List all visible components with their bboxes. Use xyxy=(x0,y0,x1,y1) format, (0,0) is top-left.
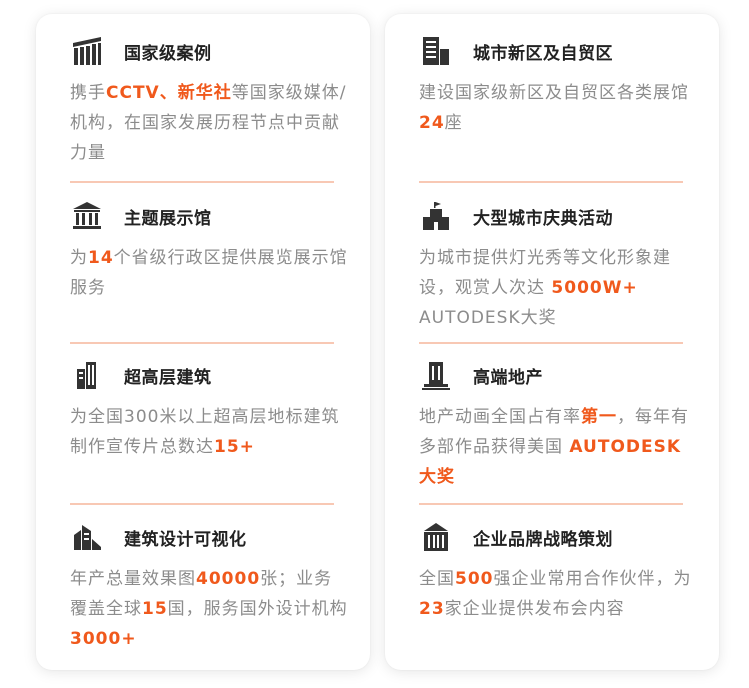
item-title: 建筑设计可视化 xyxy=(124,529,247,550)
item-title: 超高层建筑 xyxy=(124,367,212,388)
item-supertall: 超高层建筑 为全国300米以上超高层地标建筑制作宣传片总数达15+ xyxy=(70,358,350,462)
item-new-districts: 城市新区及自贸区 建设国家级新区及自贸区各类展馆24座 xyxy=(419,34,699,138)
city-tower-icon xyxy=(419,34,453,68)
building-columns-icon xyxy=(70,34,104,68)
skyscraper-icon xyxy=(70,358,104,392)
item-description: 携手CCTV、新华社等国家级媒体/机构，在国家发展历程节点中贡献力量 xyxy=(70,83,347,163)
item-theme-hall: 主题展示馆 为14个省级行政区提供展览展示馆服务 xyxy=(70,199,350,303)
architecture-viz-icon xyxy=(70,520,104,554)
enterprise-building-icon xyxy=(419,520,453,554)
divider xyxy=(419,181,683,183)
divider xyxy=(70,342,334,344)
item-title: 城市新区及自贸区 xyxy=(473,43,613,64)
item-real-estate: 高端地产 地产动画全国占有率第一，每年有多部作品获得美国 AUTODESK大奖 xyxy=(419,358,699,492)
item-description: 为全国300米以上超高层地标建筑制作宣传片总数达15+ xyxy=(70,407,340,457)
item-title: 主题展示馆 xyxy=(124,208,212,229)
item-description: 为14个省级行政区提供展览展示馆服务 xyxy=(70,248,348,298)
item-city-events: 大型城市庆典活动 为城市提供灯光秀等文化形象建设，观赏人次达 5000W+ AU… xyxy=(419,199,699,333)
item-description: 地产动画全国占有率第一，每年有多部作品获得美国 AUTODESK大奖 xyxy=(419,407,689,487)
item-title: 高端地产 xyxy=(473,367,543,388)
item-national-cases: 国家级案例 携手CCTV、新华社等国家级媒体/机构，在国家发展历程节点中贡献力量 xyxy=(70,34,350,168)
item-arch-viz: 建筑设计可视化 年产总量效果图40000张；业务覆盖全球15国，服务国外设计机构… xyxy=(70,520,350,654)
item-description: 年产总量效果图40000张；业务覆盖全球15国，服务国外设计机构3000+ xyxy=(70,569,348,649)
item-description: 全国500强企业常用合作伙伴，为23家企业提供发布会内容 xyxy=(419,569,692,619)
divider xyxy=(419,503,683,505)
divider xyxy=(419,342,683,344)
divider xyxy=(70,181,334,183)
item-title: 大型城市庆典活动 xyxy=(473,208,613,229)
real-estate-icon xyxy=(419,358,453,392)
right-card: 城市新区及自贸区 建设国家级新区及自贸区各类展馆24座 大型城市庆典活动 为城市… xyxy=(385,14,719,670)
item-title: 国家级案例 xyxy=(124,43,212,64)
item-description: 建设国家级新区及自贸区各类展馆24座 xyxy=(419,83,689,133)
left-card: 国家级案例 携手CCTV、新华社等国家级媒体/机构，在国家发展历程节点中贡献力量… xyxy=(36,14,370,670)
item-description: 为城市提供灯光秀等文化形象建设，观赏人次达 5000W+ AUTODESK大奖 xyxy=(419,248,671,328)
item-brand-strategy: 企业品牌战略策划 全国500强企业常用合作伙伴，为23家企业提供发布会内容 xyxy=(419,520,699,624)
city-event-icon xyxy=(419,199,453,233)
museum-icon xyxy=(70,199,104,233)
item-title: 企业品牌战略策划 xyxy=(473,529,613,550)
divider xyxy=(70,503,334,505)
